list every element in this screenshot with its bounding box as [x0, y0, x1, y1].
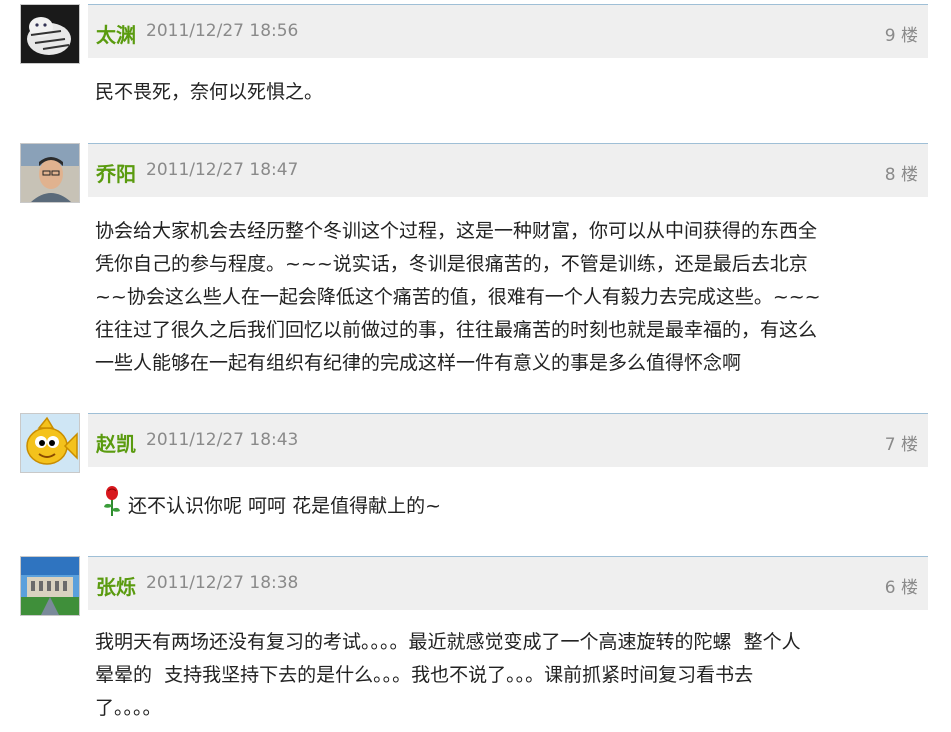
content-text: 还不认识你呢 呵呵 花是值得献上的~ [128, 495, 441, 517]
content-line: 协会给大家机会去经历整个冬训这个过程，这是一种财富，你可以从中间获得的东西全 [95, 220, 818, 242]
content-line: ~~协会这么些人在一起会降低这个痛苦的值，很难有一个人有毅力去完成这些。~~~ [95, 286, 821, 308]
post-header: 张烁 2011/12/27 18:38 6 楼 [88, 556, 928, 610]
tiger-avatar [21, 5, 79, 63]
floor-number: 7 楼 [884, 435, 918, 455]
content-line: 一些人能够在一起有组织有纪律的完成这样一件有意义的事是多么值得怀念啊 [95, 352, 742, 374]
yellow-fish-avatar [21, 414, 79, 472]
post-time: 2011/12/27 18:43 [146, 430, 299, 450]
floor-number: 8 楼 [884, 165, 918, 185]
username-link[interactable]: 太渊 [96, 19, 136, 48]
username-link[interactable]: 赵凯 [96, 428, 136, 457]
content-line: 民不畏死，奈何以死惧之。 [95, 81, 324, 103]
post-header: 太渊 2011/12/27 18:56 9 楼 [88, 4, 928, 58]
content-line: 我明天有两场还没有复习的考试。。。。最近就感觉变成了一个高速旋转的陀螺 整个人 [95, 631, 801, 653]
rose-icon [100, 485, 124, 528]
content-line: 了。。。。 [95, 697, 162, 719]
post-content: 还不认识你呢 呵呵 花是值得献上的~ [100, 485, 920, 528]
floor-number: 6 楼 [884, 578, 918, 598]
avatar[interactable] [20, 143, 80, 203]
post-content: 我明天有两场还没有复习的考试。。。。最近就感觉变成了一个高速旋转的陀螺 整个人 … [95, 626, 925, 725]
post-time: 2011/12/27 18:56 [146, 21, 299, 41]
avatar[interactable] [20, 413, 80, 473]
post-content: 协会给大家机会去经历整个冬训这个过程，这是一种财富，你可以从中间获得的东西全 凭… [95, 215, 915, 380]
post-content: 民不畏死，奈何以死惧之。 [95, 76, 915, 109]
content-line: 晕晕的 支持我坚持下去的是什么。。。我也不说了。。。课前抓紧时间复习看书去 [95, 664, 754, 686]
content-line: 往往过了很久之后我们回忆以前做过的事，往往最痛苦的时刻也就是最幸福的，有这么 [95, 319, 818, 341]
post-time: 2011/12/27 18:47 [146, 160, 299, 180]
username-link[interactable]: 乔阳 [96, 158, 136, 187]
man-photo-avatar [21, 144, 79, 202]
avatar[interactable] [20, 4, 80, 64]
post-time: 2011/12/27 18:38 [146, 573, 299, 593]
floor-number: 9 楼 [884, 26, 918, 46]
post-header: 赵凯 2011/12/27 18:43 7 楼 [88, 413, 928, 467]
content-line: 凭你自己的参与程度。~~~说实话，冬训是很痛苦的，不管是训练，还是最后去北京 [95, 253, 808, 275]
post-header: 乔阳 2011/12/27 18:47 8 楼 [88, 143, 928, 197]
building-avatar [21, 557, 79, 615]
avatar[interactable] [20, 556, 80, 616]
username-link[interactable]: 张烁 [96, 571, 136, 600]
